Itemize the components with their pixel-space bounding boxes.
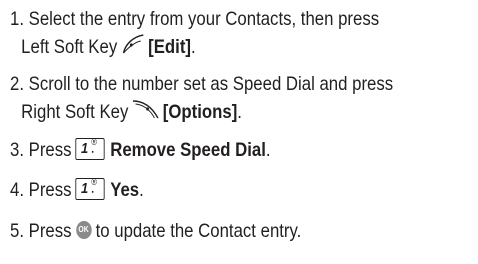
ok-key-icon: OK [75,221,92,240]
key-1-number: 1 [80,180,89,198]
right-soft-key-icon [131,98,160,128]
key-1-icon: 1 ® ⠂ [74,177,105,201]
step-2: 2. Scroll to the number set as Speed Dia… [10,71,410,128]
step-2-line-1: 2. Scroll to the number set as Speed Dia… [10,73,394,95]
step-4-period: . [139,179,144,201]
step-4-prefix: 4. Press [10,179,72,201]
step-3-action: Remove Speed Dial [110,139,266,161]
step-3-prefix: 3. Press [10,139,72,161]
step-5: 5. Press OK to update the Contact entry. [10,218,410,245]
step-2-line-2: Right Soft Key [Options]. [10,98,410,128]
step-1-period: . [191,36,196,59]
step-5-prefix: 5. Press [10,220,72,242]
step-1-line-2: Left Soft Key [Edit]. [10,33,410,63]
step-3: 3. Press 1 ® ⠂ Remove Speed Dial. [10,137,410,164]
key-1-icon: 1 ® ⠂ [74,137,105,161]
key-1-punct: ⠂ [90,146,99,161]
step-2-action: [Options] [162,101,238,124]
left-soft-key-icon [120,33,146,63]
step-1-softkey-label: Left Soft Key [21,36,118,59]
step-5-suffix: to update the Contact entry. [95,220,302,242]
step-3-period: . [265,139,271,161]
step-2-period: . [237,101,242,124]
step-4-action: Yes [110,179,140,201]
step-4: 4. Press 1 ® ⠂ Yes. [10,177,410,204]
key-1-punct: ⠂ [90,186,99,201]
step-1-action: [Edit] [148,36,192,59]
step-1: 1. Select the entry from your Contacts, … [10,6,410,63]
key-1-number: 1 [80,140,89,158]
instructions: 1. Select the entry from your Contacts, … [0,0,478,264]
step-2-softkey-label: Right Soft Key [21,101,129,124]
step-1-line-1: 1. Select the entry from your Contacts, … [10,8,380,30]
